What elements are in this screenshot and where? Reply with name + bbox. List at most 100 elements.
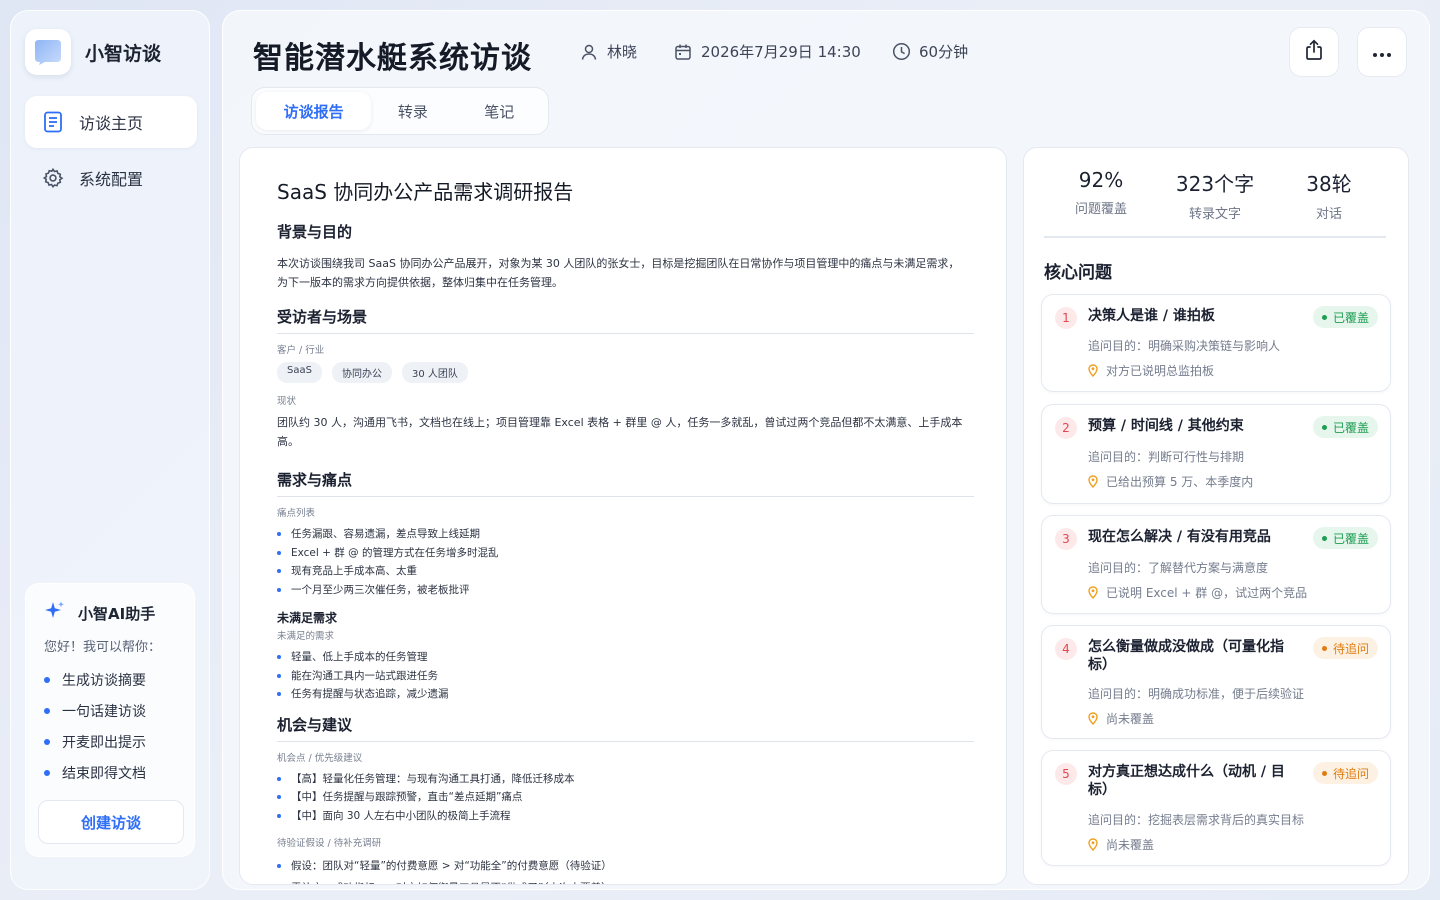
list-item: Excel + 群 @ 的管理方式在任务增多时混乱 <box>277 544 974 563</box>
list-item: 能在沟通工具内一站式跟进任务 <box>277 667 974 686</box>
assistant-capability[interactable]: 生成访谈摘要 <box>44 664 146 695</box>
status-badge: 待追问 <box>1312 637 1378 659</box>
question-purpose: 追问目的：了解替代方案与满意度 <box>1088 561 1269 575</box>
stats-row: 92% 问题覆盖 323个字 转录文字 38轮 对话 <box>1044 168 1386 238</box>
unmet-needs-list: 轻量、低上手成本的任务管理 能在沟通工具内一站式跟进任务 任务有提醒与状态追踪，… <box>277 648 974 704</box>
pin-icon <box>1088 838 1100 852</box>
list-item: 需补充：成功指标——对方如何衡量工具是否“做成了”（本次未覆盖） <box>277 877 974 884</box>
pending-label: 待验证假设 / 待补充调研 <box>277 838 382 849</box>
sidebar-item-interview-home[interactable]: 访谈主页 <box>25 96 197 148</box>
share-button[interactable] <box>1289 27 1339 77</box>
question-purpose: 追问目的：判断可行性与排期 <box>1088 450 1245 464</box>
assistant-capability[interactable]: 一句话建访谈 <box>44 695 146 726</box>
question-note: 对方已说明总监拍板 <box>1088 362 1214 379</box>
question-title: 决策人是谁 / 谁拍板 <box>1088 308 1215 324</box>
question-number: 3 <box>1055 528 1077 550</box>
question-purpose: 追问目的：明确成功标准，便于后续验证 <box>1088 687 1305 701</box>
sidebar-item-label: 访谈主页 <box>79 114 144 133</box>
question-card[interactable]: 3 现在怎么解决 / 有没有用竞品 已覆盖 追问目的：了解替代方案与满意度 已说… <box>1041 515 1391 614</box>
stat-rounds: 38轮 对话 <box>1306 172 1352 222</box>
stat-coverage: 92% 问题覆盖 <box>1074 168 1127 217</box>
interviewer-meta: 林晓 <box>579 41 637 62</box>
datetime-meta: 2026年7月29日 14:30 <box>673 41 861 62</box>
section-heading-pain: 需求与痛点 <box>277 469 974 497</box>
list-item: 【中】任务提醒与跟踪预警，直击“差点延期”痛点 <box>277 788 974 807</box>
question-purpose: 追问目的：明确采购决策链与影响人 <box>1088 339 1281 353</box>
question-number: 1 <box>1055 307 1077 329</box>
list-item: 任务漏跟、容易遗漏，差点导致上线延期 <box>277 525 974 544</box>
tab-notes[interactable]: 笔记 <box>455 92 544 130</box>
list-item: 一个月至少两三次催任务，被老板批评 <box>277 581 974 600</box>
document-icon <box>41 110 65 134</box>
unmet-needs-label: 未满足的需求 <box>277 631 335 642</box>
status-label: 现状 <box>277 396 297 407</box>
pin-icon <box>1088 712 1100 726</box>
question-note: 尚未覆盖 <box>1088 836 1154 853</box>
opportunity-label: 机会点 / 优先级建议 <box>277 752 363 764</box>
assistant-capability[interactable]: 结束即得文档 <box>44 757 146 788</box>
pin-icon <box>1088 475 1100 489</box>
user-icon <box>579 42 599 62</box>
core-questions-title: 核心问题 <box>1044 263 1112 283</box>
view-tabs: 访谈报告 转录 笔记 <box>251 87 549 135</box>
tag-list: SaaS 协同办公 30 人团队 <box>277 362 974 383</box>
interviewer-name: 林晓 <box>607 43 638 61</box>
insight-panel: 92% 问题覆盖 323个字 转录文字 38轮 对话 核心问题 1 决策人是谁 … <box>1023 147 1409 885</box>
stat-transcript-words: 323个字 转录文字 <box>1175 172 1255 222</box>
pin-icon <box>1088 364 1100 378</box>
question-card[interactable]: 5 对方真正想达成什么（动机 / 目标） 待追问 追问目的：挖掘表层需求背后的真… <box>1041 750 1391 866</box>
status-badge: 已覆盖 <box>1312 416 1378 438</box>
tag-chip: 协同办公 <box>331 362 392 383</box>
status-text: 团队约 30 人，沟通用飞书，文档也在线上；项目管理靠 Excel 表格 + 群… <box>277 416 963 448</box>
page-title: 智能潜水艇系统访谈 <box>253 41 532 76</box>
duration-meta: 60分钟 <box>891 41 968 62</box>
assistant-title: 小智AI助手 <box>78 604 156 623</box>
list-item: 轻量、低上手成本的任务管理 <box>277 648 974 667</box>
more-options-button[interactable] <box>1357 27 1407 77</box>
question-number: 5 <box>1055 763 1077 785</box>
status-badge: 已覆盖 <box>1312 527 1378 549</box>
question-number: 2 <box>1055 417 1077 439</box>
assistant-capability[interactable]: 开麦即出提示 <box>44 726 146 757</box>
list-item: 任务有提醒与状态追踪，减少遗漏 <box>277 685 974 704</box>
unmet-needs-heading: 未满足需求 <box>277 611 338 625</box>
sidebar-nav: 访谈主页 系统配置 <box>25 96 197 208</box>
ai-assistant-card: 小智AI助手 您好！我可以帮你： 生成访谈摘要 一句话建访谈 开麦即出提示 结束… <box>25 583 195 857</box>
brand-logo-icon <box>25 29 71 75</box>
main-panel: 智能潜水艇系统访谈 林晓 2026年7月29日 14:30 60分钟 访谈报告 … <box>222 10 1430 890</box>
question-note: 已说明 Excel + 群 @，试过两个竞品 <box>1088 584 1307 601</box>
assistant-capability-list: 生成访谈摘要 一句话建访谈 开麦即出提示 结束即得文档 <box>44 664 146 788</box>
question-note: 已给出预算 5 万、本季度内 <box>1088 473 1253 490</box>
question-card[interactable]: 4 怎么衡量做成没做成（可量化指标） 待追问 追问目的：明确成功标准，便于后续验… <box>1041 625 1391 739</box>
section-heading-persona: 受访者与场景 <box>277 306 974 334</box>
tab-interview-report[interactable]: 访谈报告 <box>256 92 372 130</box>
brand-name: 小智访谈 <box>85 42 162 65</box>
brand[interactable]: 小智访谈 <box>25 29 161 75</box>
pain-point-list: 任务漏跟、容易遗漏，差点导致上线延期 Excel + 群 @ 的管理方式在任务增… <box>277 525 974 599</box>
share-icon <box>1304 39 1324 65</box>
client-industry-label: 客户 / 行业 <box>277 345 325 356</box>
question-title: 怎么衡量做成没做成（可量化指标） <box>1088 639 1284 673</box>
list-item: 假设：团队对“轻量”的付费意愿 > 对“功能全”的付费意愿（待验证） <box>277 855 974 877</box>
calendar-icon <box>673 42 693 62</box>
question-purpose: 追问目的：挖掘表层需求背后的真实目标 <box>1088 813 1305 827</box>
pin-icon <box>1088 586 1100 600</box>
section-heading-background: 背景与目的 <box>277 223 353 241</box>
tab-transcript[interactable]: 转录 <box>371 92 454 130</box>
gear-icon <box>41 166 65 190</box>
assistant-greeting: 您好！我可以帮你： <box>44 640 162 655</box>
more-icon <box>1372 43 1392 62</box>
question-note: 尚未覆盖 <box>1088 710 1154 727</box>
question-number: 4 <box>1055 638 1077 660</box>
pain-list-label: 痛点列表 <box>277 508 316 519</box>
question-card[interactable]: 2 预算 / 时间线 / 其他约束 已覆盖 追问目的：判断可行性与排期 已给出预… <box>1041 404 1391 504</box>
sidebar: 小智访谈 访谈主页 系统配置 小智AI助手 您好！我可以帮你： 生成访谈摘要 一… <box>10 10 210 890</box>
sidebar-item-system-config[interactable]: 系统配置 <box>25 152 197 204</box>
status-badge: 待追问 <box>1312 762 1378 784</box>
clock-icon <box>891 42 911 62</box>
question-card[interactable]: 1 决策人是谁 / 谁拍板 已覆盖 追问目的：明确采购决策链与影响人 对方已说明… <box>1041 294 1391 392</box>
background-text: 本次访谈围绕我司 SaaS 协同办公产品展开，对象为某 30 人团队的张女士，目… <box>277 257 960 289</box>
report-document: SaaS 协同办公产品需求调研报告 背景与目的 本次访谈围绕我司 SaaS 协同… <box>239 147 1007 885</box>
pending-list: 假设：团队对“轻量”的付费意愿 > 对“功能全”的付费意愿（待验证） 需补充：成… <box>277 855 974 884</box>
create-interview-button[interactable]: 创建访谈 <box>38 800 184 844</box>
